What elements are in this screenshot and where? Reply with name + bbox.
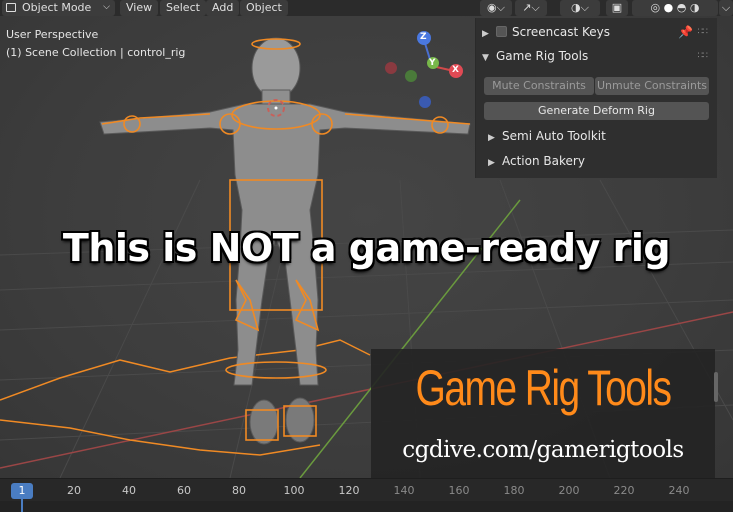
pin-icon[interactable]: 📌 [678, 21, 693, 43]
frame-tick: 180 [503, 484, 525, 497]
menu-add[interactable]: Add [206, 0, 240, 16]
xray-toggle[interactable]: ▣ [606, 0, 628, 16]
action-bakery-row[interactable]: ▶ Action Bakery [488, 150, 711, 172]
shading-options-dropdown[interactable]: ⌵ [719, 0, 733, 16]
frame-tick: 60 [177, 484, 191, 497]
frame-tick: 20 [67, 484, 81, 497]
expand-arrow-icon[interactable]: ▶ [488, 127, 502, 149]
gizmo-x-label[interactable]: X [452, 65, 459, 75]
rendered-shading-icon[interactable]: ◑ [690, 1, 700, 14]
promo-title: Game Rig Tools [415, 360, 672, 416]
viewport-scrollbar[interactable] [714, 372, 718, 402]
frame-tick: 40 [122, 484, 136, 497]
game-rig-tools-header[interactable]: ▼ Game Rig Tools ∷∷ [482, 45, 711, 67]
object-mode-label: Object Mode [22, 1, 92, 14]
collapse-arrow-icon[interactable]: ▼ [482, 47, 496, 69]
menu-select[interactable]: Select [160, 0, 206, 16]
drag-handle-icon[interactable]: ∷∷ [698, 45, 709, 67]
playhead-line[interactable] [21, 499, 23, 512]
frame-tick: 100 [283, 484, 305, 497]
overlay-caption: This is NOT a game-ready rig [62, 226, 671, 270]
screencast-keys-label: Screencast Keys [512, 25, 610, 39]
promo-banner: Game Rig Tools cgdive.com/gamerigtools [371, 349, 715, 478]
gizmo-y-label[interactable]: Y [429, 58, 436, 68]
menu-view[interactable]: View [120, 0, 159, 16]
viewport-header: Object Mode ⌵ View Select Add Object ◉⌵ … [0, 0, 733, 16]
semi-auto-toolkit-label: Semi Auto Toolkit [502, 129, 606, 143]
drag-handle-icon[interactable]: ∷∷ [698, 21, 709, 43]
frame-tick: 80 [232, 484, 246, 497]
frame-tick: 140 [393, 484, 415, 497]
gizmo-z-label[interactable]: Z [420, 32, 427, 42]
expand-arrow-icon[interactable]: ▶ [488, 152, 502, 174]
object-mode-icon [6, 3, 16, 12]
semi-auto-toolkit-row[interactable]: ▶ Semi Auto Toolkit [488, 125, 711, 147]
screencast-keys-checkbox[interactable] [496, 26, 507, 37]
overlay-toggle[interactable]: ◑⌵ [560, 0, 600, 16]
xray-icon: ▣ [611, 1, 623, 14]
timeline[interactable]: 20 40 60 80 100 120 140 160 180 200 220 … [0, 478, 733, 512]
gizmo-toggle[interactable]: ↗⌵ [515, 0, 547, 16]
generate-deform-rig-button[interactable]: Generate Deform Rig [484, 102, 709, 120]
overlay-icon: ◑⌵ [571, 1, 589, 14]
scene-collection-label: (1) Scene Collection | control_rig [6, 46, 186, 59]
frame-tick: 220 [613, 484, 635, 497]
gizmo-icon: ↗⌵ [522, 1, 540, 14]
visibility-toggle[interactable]: ◉⌵ [480, 0, 512, 16]
frame-tick: 160 [448, 484, 470, 497]
view-perspective-label: User Perspective [6, 28, 99, 41]
material-shading-icon[interactable]: ◓ [677, 1, 687, 14]
wireframe-shading-icon[interactable]: ◎ [651, 1, 661, 14]
expand-arrow-icon[interactable]: ▶ [482, 23, 496, 45]
sidebar-panel: ▶ Screencast Keys 📌 ∷∷ ▼ Game Rig Tools ∷∷… [475, 18, 717, 178]
chevron-down-icon: ⌵ [721, 1, 731, 14]
solid-shading-icon[interactable]: ● [664, 1, 674, 14]
mute-constraints-button[interactable]: Mute Constraints [484, 77, 594, 95]
shading-modes[interactable]: ◎ ● ◓ ◑ [632, 0, 718, 16]
object-mode-dropdown[interactable]: Object Mode ⌵ [2, 0, 115, 16]
game-rig-tools-title: Game Rig Tools [496, 49, 589, 63]
current-frame-indicator[interactable]: 1 [11, 483, 33, 499]
frame-tick: 120 [338, 484, 360, 497]
action-bakery-label: Action Bakery [502, 154, 585, 168]
timeline-track[interactable] [0, 501, 733, 512]
frame-tick: 200 [558, 484, 580, 497]
screencast-keys-row[interactable]: ▶ Screencast Keys 📌 ∷∷ [482, 21, 711, 43]
menu-object[interactable]: Object [240, 0, 288, 16]
eye-icon: ◉⌵ [487, 1, 505, 14]
unmute-constraints-button[interactable]: Unmute Constraints [595, 77, 709, 95]
frame-tick: 240 [668, 484, 690, 497]
promo-url: cgdive.com/gamerigtools [402, 437, 684, 463]
chevron-down-icon: ⌵ [103, 2, 110, 12]
